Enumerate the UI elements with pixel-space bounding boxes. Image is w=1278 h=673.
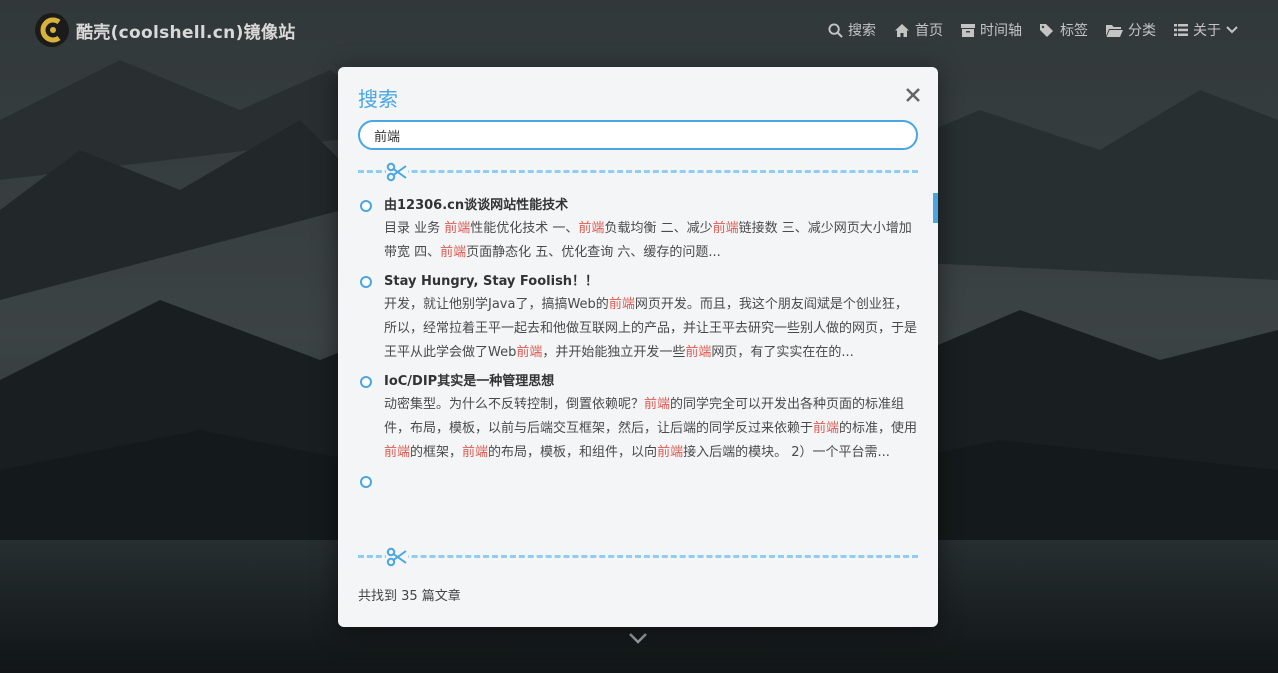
close-icon[interactable] xyxy=(906,88,920,102)
keyword-highlight: 前端 xyxy=(444,221,471,236)
keyword-highlight: 前端 xyxy=(608,297,635,312)
keyword-highlight: 前端 xyxy=(462,445,489,460)
home-icon xyxy=(895,23,909,37)
result-count: 共找到 35 篇文章 xyxy=(358,589,461,604)
scroll-down-icon[interactable] xyxy=(628,632,648,644)
keyword-highlight: 前端 xyxy=(384,445,411,460)
keyword-highlight: 前端 xyxy=(516,345,543,360)
nav-home-label: 首页 xyxy=(915,23,943,39)
nav-category-label: 分类 xyxy=(1128,23,1156,39)
nav-search-label: 搜索 xyxy=(848,23,876,39)
result-item[interactable]: 由12306.cn谈谈网站性能技术 目录 业务 前端性能优化技术 一、前端负载均… xyxy=(358,195,918,265)
nav-archive-label: 时间轴 xyxy=(980,23,1022,39)
keyword-highlight: 前端 xyxy=(685,345,712,360)
folder-icon xyxy=(1106,24,1123,37)
result-item[interactable]: IoC/DIP其实是一种管理思想 动密集型。为什么不反转控制，倒置依赖呢？前端的… xyxy=(358,371,918,465)
logo-icon xyxy=(35,13,69,47)
nav-archive[interactable]: 时间轴 xyxy=(961,20,1022,40)
keyword-highlight: 前端 xyxy=(813,421,840,436)
search-icon xyxy=(828,22,843,38)
result-excerpt: 目录 业务 前端性能优化技术 一、前端负载均衡 二、减少前端链接数 三、减少网页… xyxy=(384,221,912,260)
modal-title: 搜索 xyxy=(358,87,398,111)
scissors-icon xyxy=(386,546,408,568)
tags-icon xyxy=(1040,24,1053,37)
divider-bottom xyxy=(358,546,918,568)
nav-about[interactable]: 关于 xyxy=(1174,20,1238,40)
site-header: 酷壳(coolshell.cn)镜像站 搜索 首页 时间轴 标签 分类 关于 xyxy=(0,0,1278,60)
keyword-highlight: 前端 xyxy=(578,221,605,236)
keyword-highlight: 前端 xyxy=(644,397,671,412)
keyword-highlight: 前端 xyxy=(657,445,684,460)
bullet-icon xyxy=(360,200,372,212)
site-title: 酷壳(coolshell.cn)镜像站 xyxy=(76,22,296,43)
nav-about-label: 关于 xyxy=(1193,23,1221,39)
nav-home[interactable]: 首页 xyxy=(894,20,943,40)
bullet-icon xyxy=(360,276,372,288)
result-title[interactable]: 由12306.cn谈谈网站性能技术 xyxy=(384,195,918,217)
search-modal: 搜索 由12306.cn谈谈网站性能技术 目录 业务 前端性能优化技术 一、前端… xyxy=(338,67,938,627)
bullet-icon xyxy=(360,476,372,488)
result-item[interactable]: Stay Hungry, Stay Foolish！！ 开发，就让他别学Java… xyxy=(358,271,918,365)
results-scrollbar[interactable] xyxy=(933,193,938,223)
keyword-highlight: 前端 xyxy=(712,221,739,236)
brand[interactable]: 酷壳(coolshell.cn)镜像站 xyxy=(34,12,296,48)
result-excerpt: 动密集型。为什么不反转控制，倒置依赖呢？前端的同学完全可以开发出各种页面的标准组… xyxy=(384,397,918,460)
archive-icon xyxy=(961,24,975,37)
nav-category[interactable]: 分类 xyxy=(1106,20,1156,40)
list-icon xyxy=(1174,24,1188,36)
search-input[interactable] xyxy=(358,120,918,150)
main-nav: 搜索 首页 时间轴 标签 分类 关于 xyxy=(810,20,1238,40)
keyword-highlight: 前端 xyxy=(440,245,467,260)
scissors-icon xyxy=(386,161,408,183)
nav-tags[interactable]: 标签 xyxy=(1040,20,1088,40)
result-excerpt: 开发，就让他别学Java了，搞搞Web的前端网页开发。而且，我这个朋友阎斌是个创… xyxy=(384,297,918,360)
divider-top xyxy=(358,161,918,183)
result-title[interactable]: Stay Hungry, Stay Foolish！！ xyxy=(384,271,918,293)
result-title[interactable]: IoC/DIP其实是一种管理思想 xyxy=(384,371,918,393)
nav-search[interactable]: 搜索 xyxy=(828,20,876,40)
bullet-icon xyxy=(360,376,372,388)
search-results: 由12306.cn谈谈网站性能技术 目录 业务 前端性能优化技术 一、前端负载均… xyxy=(358,195,918,535)
chevron-down-icon xyxy=(1226,26,1238,34)
nav-tags-label: 标签 xyxy=(1060,23,1088,39)
